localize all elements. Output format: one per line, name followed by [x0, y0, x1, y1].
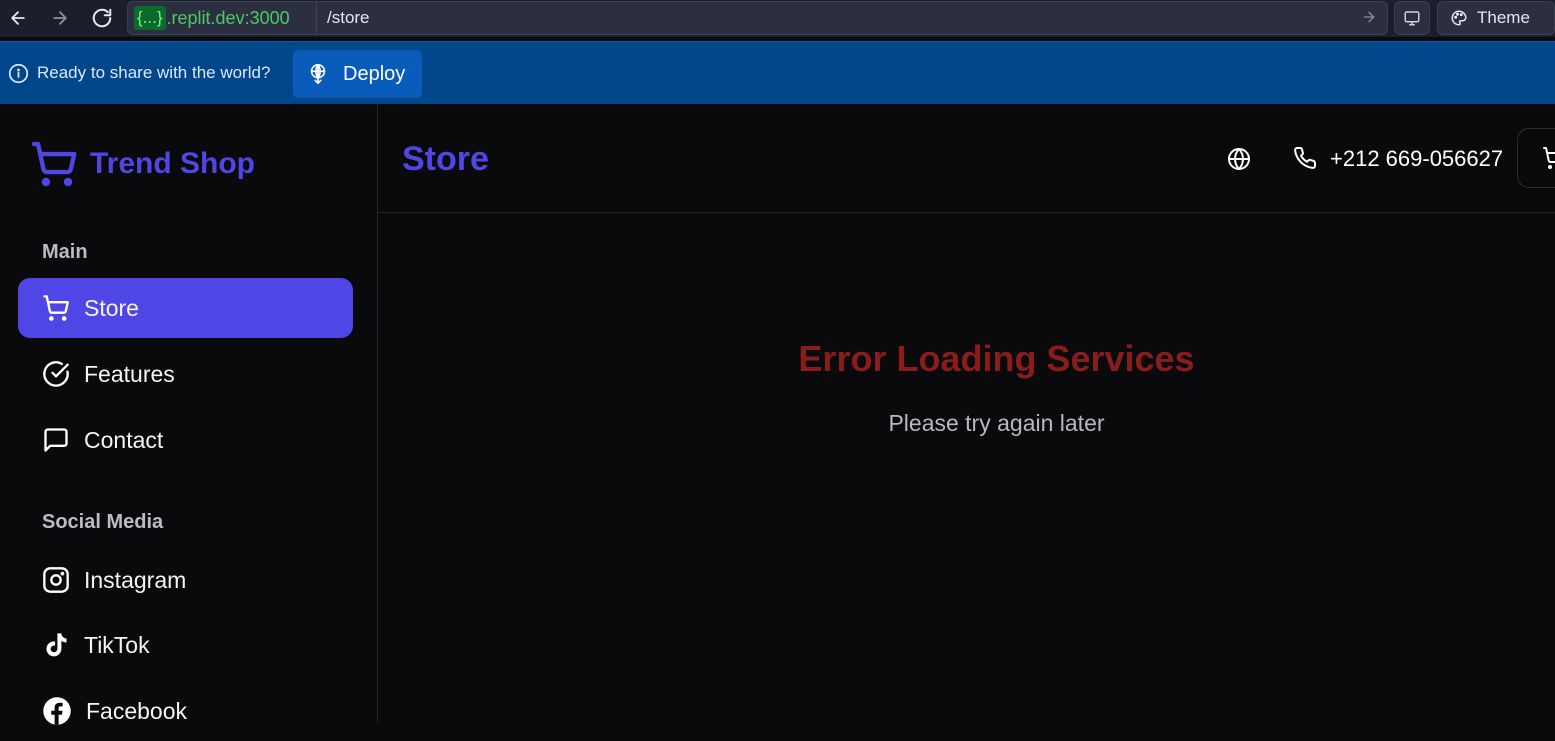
reload-icon[interactable] — [88, 4, 116, 32]
sidebar-item-contact[interactable]: Contact — [18, 410, 353, 470]
cart-icon — [42, 294, 70, 322]
url-path-input[interactable]: /store — [327, 8, 370, 28]
sidebar-item-label: Features — [84, 360, 175, 387]
go-arrow-icon[interactable] — [1361, 9, 1377, 25]
monitor-icon — [1403, 9, 1421, 27]
instagram-icon — [42, 566, 70, 594]
sidebar-item-label: TikTok — [84, 631, 150, 658]
url-host: .replit.dev:3000 — [166, 7, 290, 28]
sidebar-item-label: Facebook — [86, 697, 188, 724]
check-circle-icon — [42, 360, 70, 388]
phone-number[interactable]: +212 669-056627 — [1330, 146, 1503, 172]
theme-button[interactable]: Theme — [1437, 1, 1555, 35]
forward-arrow-icon[interactable] — [46, 4, 74, 32]
sidebar-item-tiktok[interactable]: TikTok — [18, 615, 353, 675]
deploy-button[interactable]: Deploy — [293, 50, 422, 98]
page-header: Store +212 669-056627 — [378, 104, 1555, 213]
message-square-icon — [42, 426, 70, 454]
section-title-social: Social Media — [42, 511, 164, 533]
phone-icon — [1293, 146, 1317, 170]
page-title: Store — [402, 140, 489, 178]
sidebar-item-features[interactable]: Features — [18, 344, 353, 404]
sidebar: Trend Shop Main Store Features Contact S… — [0, 104, 378, 725]
error-message: Please try again later — [888, 410, 1105, 436]
error-title: Error Loading Services — [798, 338, 1195, 379]
sidebar-item-instagram[interactable]: Instagram — [18, 550, 353, 610]
theme-label: Theme — [1477, 8, 1530, 27]
sidebar-item-label: Contact — [84, 426, 164, 453]
device-preview-button[interactable] — [1394, 1, 1430, 35]
tiktok-icon — [42, 631, 70, 659]
sidebar-item-label: Instagram — [84, 566, 187, 593]
brand-logo[interactable]: Trend Shop — [30, 140, 255, 188]
sidebar-item-label: Store — [84, 294, 139, 321]
palette-icon — [1450, 9, 1468, 27]
address-bar[interactable]: {...} .replit.dev:3000 /store — [127, 1, 1388, 35]
browser-toolbar: {...} .replit.dev:3000 /store Theme — [0, 0, 1555, 37]
info-icon — [8, 63, 29, 84]
deploy-icon — [307, 63, 329, 85]
facebook-icon — [42, 696, 72, 726]
cart-button[interactable] — [1517, 128, 1555, 188]
section-title-main: Main — [42, 241, 88, 263]
deploy-label: Deploy — [343, 62, 406, 85]
brand-name: Trend Shop — [90, 147, 255, 180]
deploy-banner: Ready to share with the world? Deploy — [0, 41, 1555, 104]
cart-icon — [1542, 146, 1555, 170]
globe-icon[interactable] — [1227, 147, 1251, 171]
url-dev-badge: {...} — [134, 6, 166, 30]
sidebar-item-facebook[interactable]: Facebook — [18, 681, 353, 741]
banner-text: Ready to share with the world? — [37, 63, 271, 82]
back-arrow-icon[interactable] — [4, 4, 32, 32]
cart-icon — [30, 140, 78, 188]
sidebar-item-store[interactable]: Store — [18, 278, 353, 338]
url-divider — [316, 2, 317, 34]
